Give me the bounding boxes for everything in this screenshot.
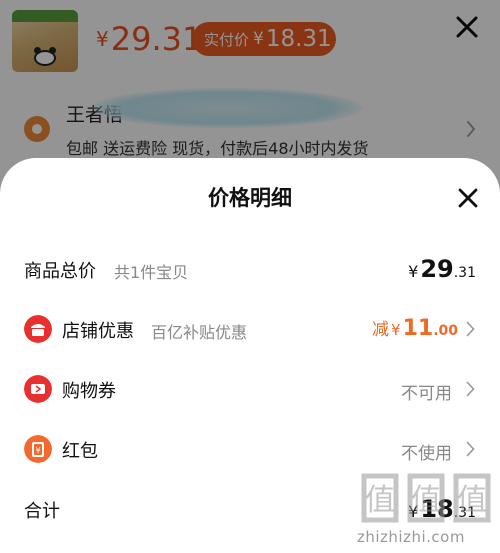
coupon-status: 不可用 <box>401 384 452 404</box>
subsidy-label: 百亿补贴优惠 <box>151 323 248 342</box>
coupon-label: 购物券 <box>62 381 116 402</box>
row-goods-total: 商品总价 共1件宝贝 ¥ 29 .31 <box>0 249 500 289</box>
chevron-right-icon <box>466 321 475 337</box>
watermark-site: zhizhizhi.com <box>357 528 465 546</box>
goods-total-amount: ¥ 29 .31 <box>408 255 476 283</box>
currency-symbol: ¥ <box>391 321 401 339</box>
row-store-discount[interactable]: 店铺优惠 百亿补贴优惠 减 ¥ 11 .00 <box>0 309 500 349</box>
row-shopping-coupon[interactable]: 购物券 不可用 <box>0 369 500 409</box>
amount-integer: 11 <box>402 316 434 341</box>
chevron-right-icon <box>466 441 475 457</box>
svg-text:¥: ¥ <box>35 446 40 455</box>
store-icon <box>24 315 52 343</box>
close-icon[interactable] <box>456 186 480 210</box>
amount-integer: 29 <box>420 255 454 283</box>
watermark-brand: 值 <box>365 483 395 518</box>
red-packet-icon: ¥ <box>24 435 52 463</box>
minus-prefix: 减 <box>372 320 390 340</box>
watermark-brand: 值 <box>411 483 441 518</box>
store-discount-label: 店铺优惠 <box>62 321 134 342</box>
amount-decimal: .31 <box>453 265 476 281</box>
total-label: 合计 <box>24 501 60 522</box>
row-red-packet[interactable]: ¥ 红包 不使用 <box>0 429 500 469</box>
watermark-brand: 值 <box>457 483 487 518</box>
sheet-title: 价格明细 <box>208 186 292 210</box>
goods-count: 共1件宝贝 <box>114 263 189 282</box>
chevron-right-icon <box>466 381 475 397</box>
red-packet-status: 不使用 <box>401 444 452 464</box>
currency-symbol: ¥ <box>408 262 419 281</box>
amount-decimal: .00 <box>433 323 458 339</box>
store-discount-amount: 减 ¥ 11 .00 <box>372 315 458 341</box>
red-packet-label: 红包 <box>62 441 98 462</box>
goods-total-label: 商品总价 <box>24 261 96 282</box>
coupon-icon <box>24 375 52 403</box>
